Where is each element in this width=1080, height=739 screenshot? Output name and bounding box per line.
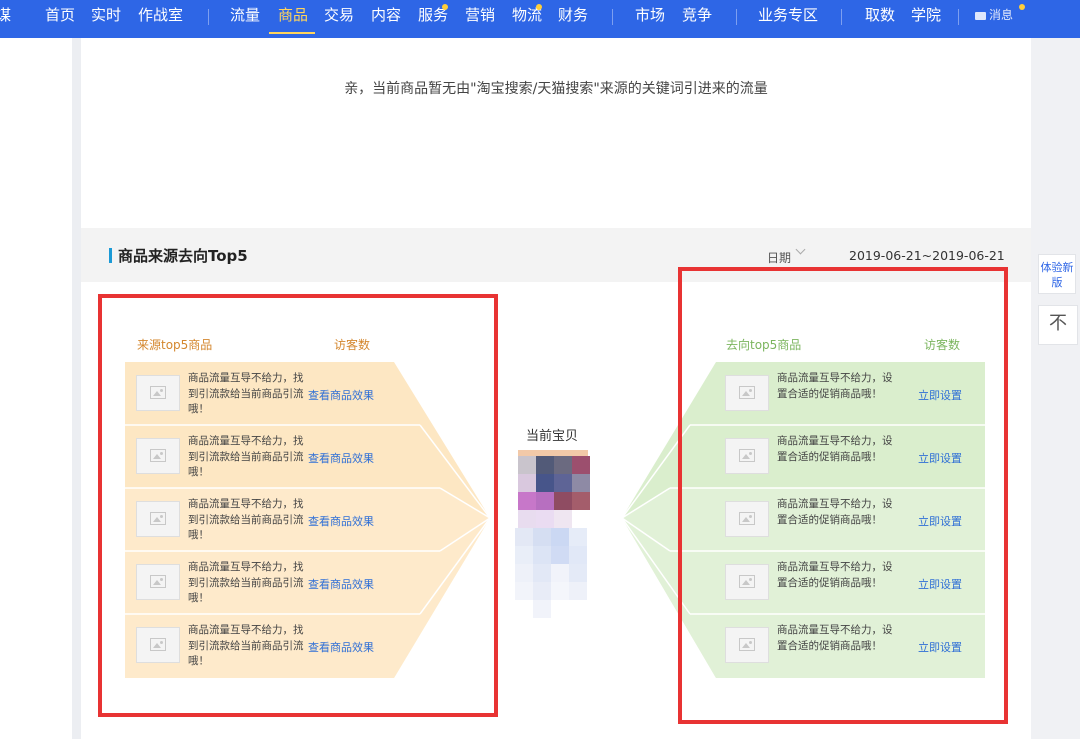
set-now-link[interactable]: 立即设置 [918, 513, 962, 529]
row-hint: 商品流量互导不给力，设置合适的促销商品哦！ [777, 372, 893, 400]
image-placeholder-icon [136, 375, 180, 411]
view-product-effect-link[interactable]: 查看商品效果 [308, 576, 374, 592]
view-product-effect-link[interactable]: 查看商品效果 [308, 387, 374, 403]
row-hint: 商品流量互导不给力，找到引流款给当前商品引流哦！ [188, 561, 304, 604]
source-header: 来源top5商品 [137, 338, 213, 352]
row-hint: 商品流量互导不给力，找到引流款给当前商品引流哦！ [188, 624, 304, 667]
image-placeholder-icon [725, 375, 769, 411]
row-hint: 商品流量互导不给力，设置合适的促销商品哦！ [777, 435, 893, 463]
current-item-image[interactable] [515, 450, 595, 620]
source-row: 商品流量互导不给力，找到引流款给当前商品引流哦！ 查看商品效果 [128, 552, 396, 612]
target-row: 商品流量互导不给力，设置合适的促销商品哦！ 立即设置 [717, 426, 985, 486]
target-row: 商品流量互导不给力，设置合适的促销商品哦！ 立即设置 [717, 615, 985, 675]
row-hint: 商品流量互导不给力，设置合适的促销商品哦！ [777, 624, 893, 652]
source-row: 商品流量互导不给力，找到引流款给当前商品引流哦！ 查看商品效果 [128, 615, 396, 675]
target-metric-header: 访客数 [924, 338, 961, 352]
image-placeholder-icon [136, 438, 180, 474]
image-placeholder-icon [725, 501, 769, 537]
source-row: 商品流量互导不给力，找到引流款给当前商品引流哦！ 查看商品效果 [128, 426, 396, 486]
set-now-link[interactable]: 立即设置 [918, 576, 962, 592]
view-product-effect-link[interactable]: 查看商品效果 [308, 639, 374, 655]
target-header: 去向top5商品 [726, 338, 802, 352]
target-row: 商品流量互导不给力，设置合适的促销商品哦！ 立即设置 [717, 363, 985, 423]
target-row: 商品流量互导不给力，设置合适的促销商品哦！ 立即设置 [717, 552, 985, 612]
source-row: 商品流量互导不给力，找到引流款给当前商品引流哦！ 查看商品效果 [128, 489, 396, 549]
row-hint: 商品流量互导不给力，找到引流款给当前商品引流哦！ [188, 372, 304, 415]
image-placeholder-icon [725, 438, 769, 474]
view-product-effect-link[interactable]: 查看商品效果 [308, 513, 374, 529]
row-hint: 商品流量互导不给力，找到引流款给当前商品引流哦！ [188, 498, 304, 541]
target-row: 商品流量互导不给力，设置合适的促销商品哦！ 立即设置 [717, 489, 985, 549]
row-hint: 商品流量互导不给力，找到引流款给当前商品引流哦！ [188, 435, 304, 478]
image-placeholder-icon [725, 564, 769, 600]
image-placeholder-icon [136, 627, 180, 663]
set-now-link[interactable]: 立即设置 [918, 387, 962, 403]
set-now-link[interactable]: 立即设置 [918, 639, 962, 655]
view-product-effect-link[interactable]: 查看商品效果 [308, 450, 374, 466]
image-placeholder-icon [136, 501, 180, 537]
source-metric-header: 访客数 [334, 338, 371, 352]
image-placeholder-icon [725, 627, 769, 663]
row-hint: 商品流量互导不给力，设置合适的促销商品哦！ [777, 561, 893, 589]
image-placeholder-icon [136, 564, 180, 600]
current-item-label: 当前宝贝 [526, 429, 579, 444]
row-hint: 商品流量互导不给力，设置合适的促销商品哦！ [777, 498, 893, 526]
source-row: 商品流量互导不给力，找到引流款给当前商品引流哦！ 查看商品效果 [128, 363, 396, 423]
set-now-link[interactable]: 立即设置 [918, 450, 962, 466]
